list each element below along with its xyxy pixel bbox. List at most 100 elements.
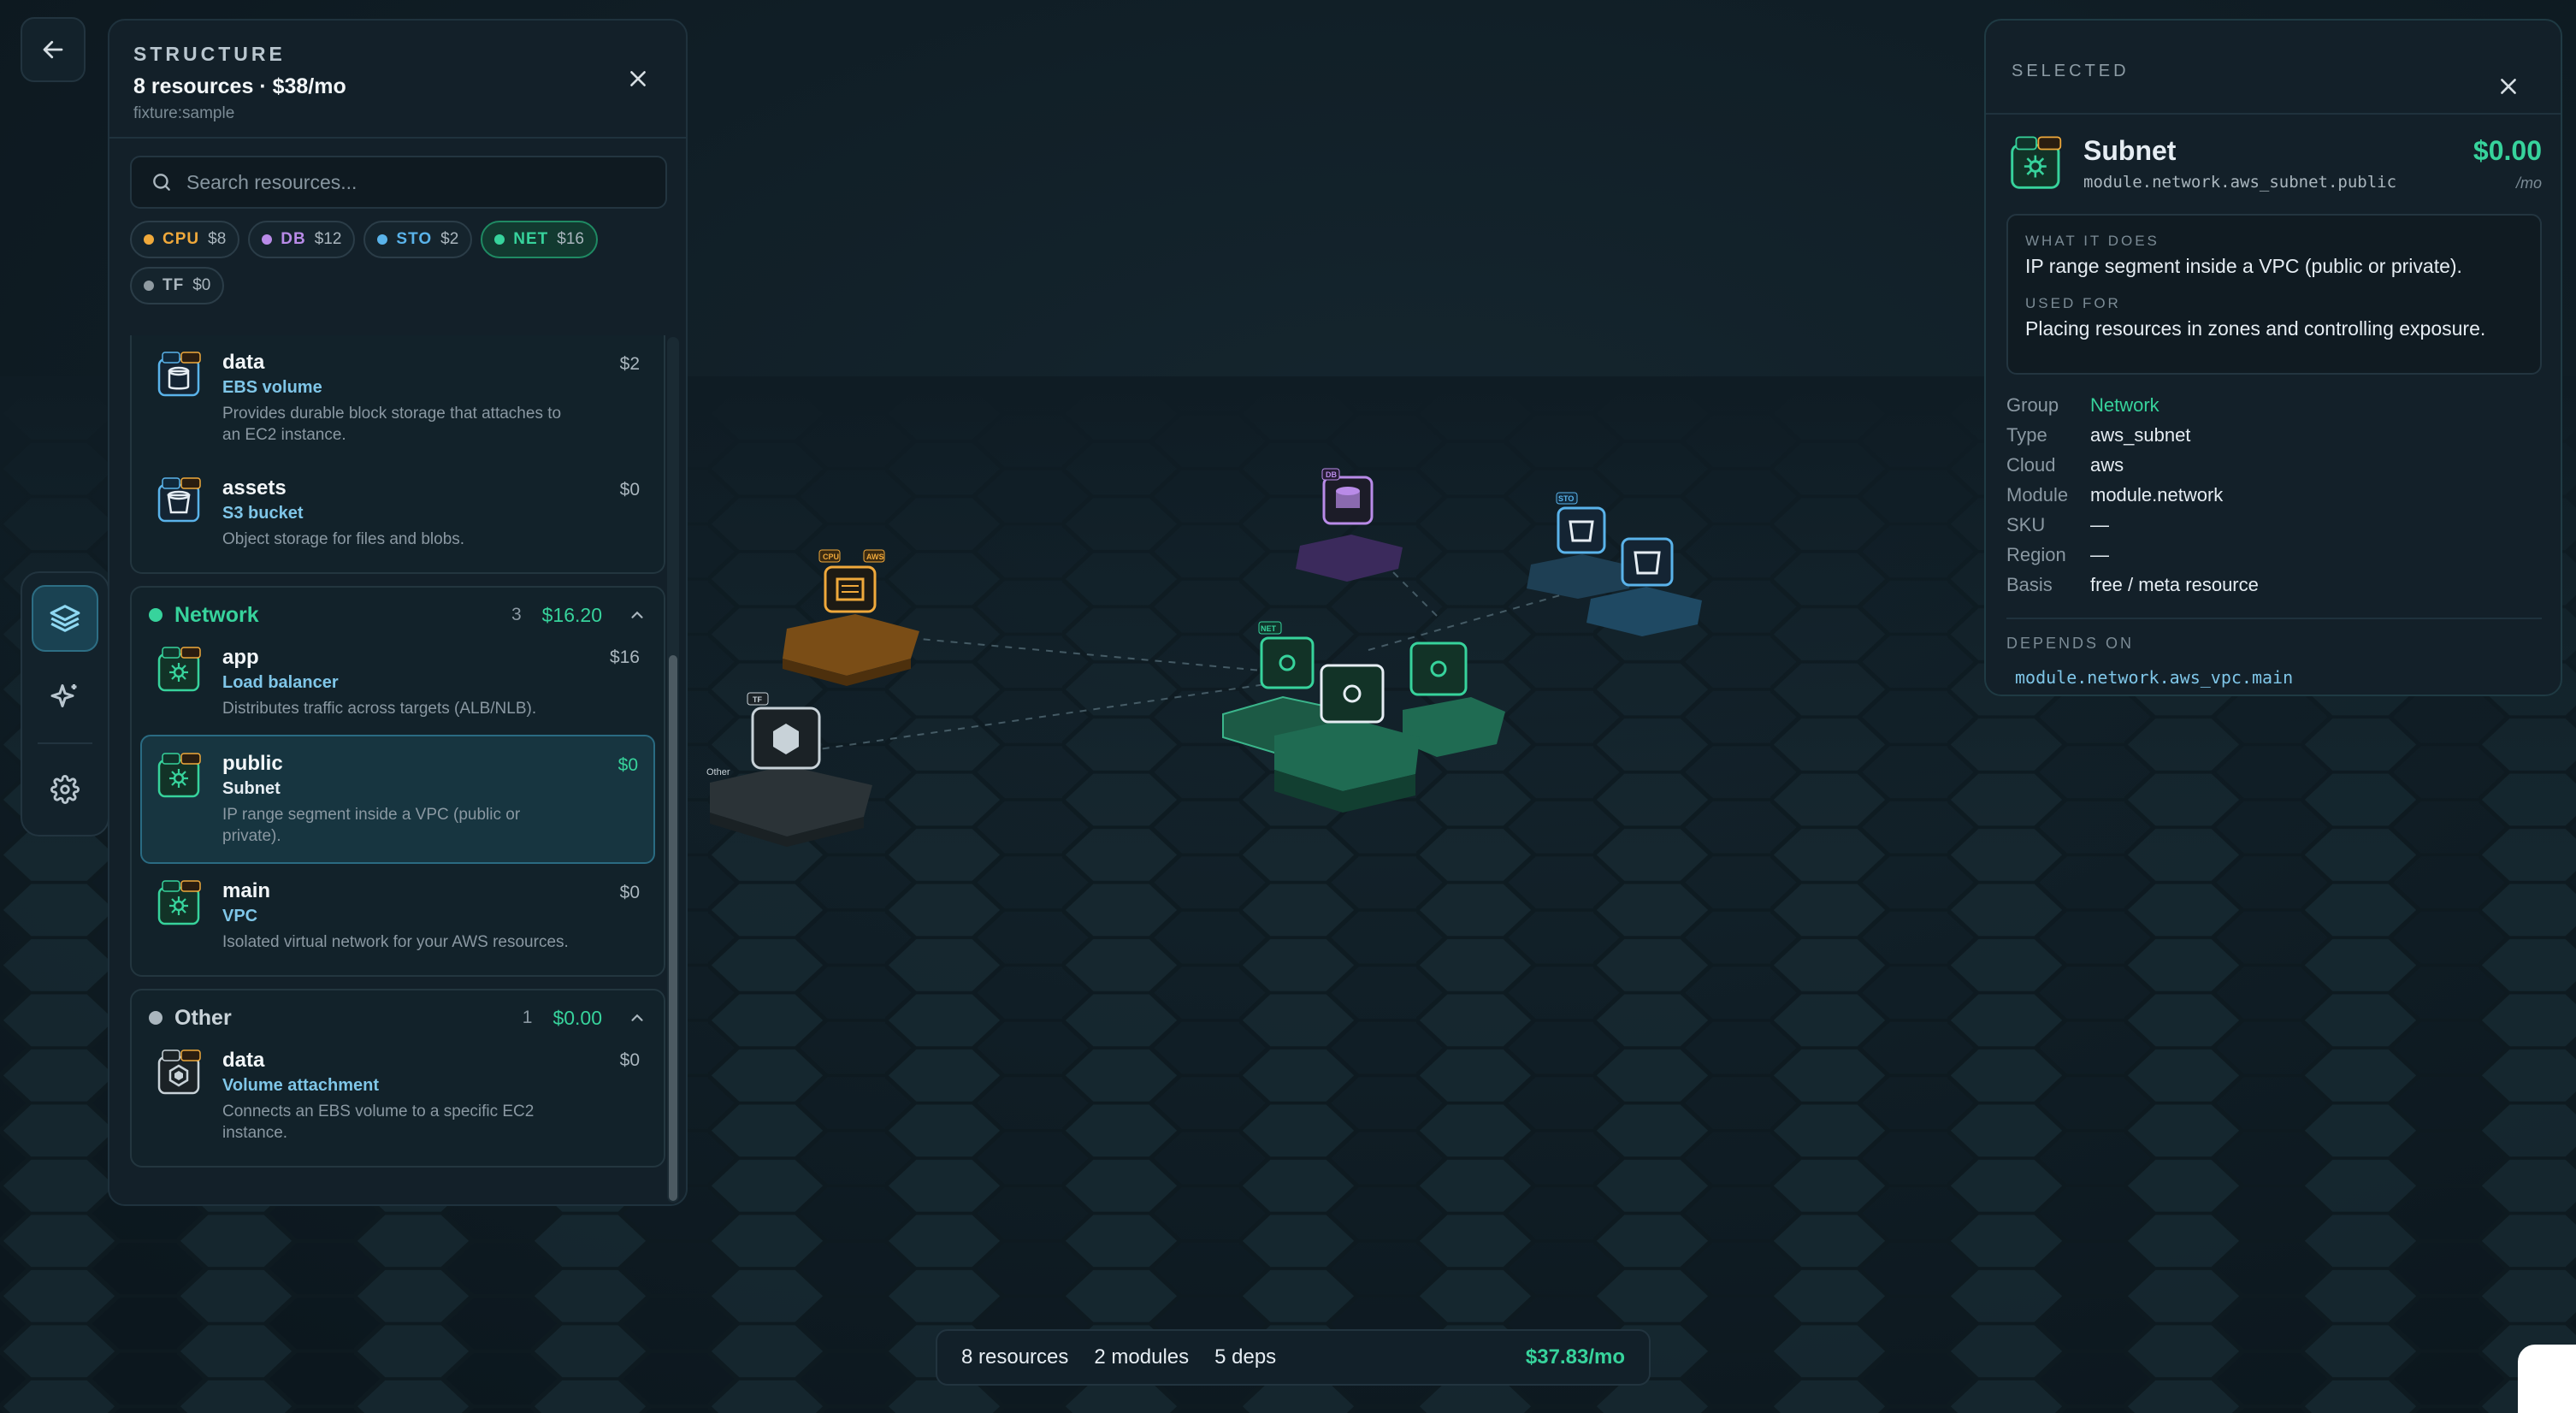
group-cost: $0.00 — [552, 1006, 602, 1029]
list-scrollbar[interactable] — [667, 337, 679, 1203]
sparkle-button[interactable] — [32, 664, 98, 730]
chip-cpu[interactable]: CPU $8 — [130, 221, 240, 258]
prop-key: Type — [2006, 423, 2047, 446]
storage-group: data EBS volume Provides durable block s… — [130, 335, 665, 574]
summary-modules: 2 modules — [1094, 1345, 1190, 1369]
group-filter-chips: CPU $8 DB $12 STO $2 NET $16 TF $0 — [130, 221, 677, 304]
prop-value: aws — [2090, 453, 2124, 476]
list-item[interactable]: app Load balancer Distributes traffic ac… — [132, 642, 664, 735]
chevron-up-icon — [631, 611, 643, 618]
item-kind: S3 bucket — [222, 504, 304, 523]
tool-rail — [21, 571, 109, 837]
prop-value: module.network — [2090, 483, 2224, 505]
depends-divider — [2006, 618, 2542, 619]
chip-db[interactable]: DB $12 — [248, 221, 356, 258]
other-group: Other 1 $0.00 data Volume attachment Con… — [130, 989, 665, 1168]
list-item-selected[interactable]: public Subnet IP range segment inside a … — [140, 735, 655, 864]
prop-row: Region — — [2006, 540, 2542, 570]
item-desc: Distributes traffic across targets (ALB/… — [222, 700, 537, 718]
item-desc: Isolated virtual network for your AWS re… — [222, 933, 569, 951]
compute-node-icon — [824, 565, 877, 613]
what-text: IP range segment inside a VPC (public or… — [2025, 255, 2462, 277]
item-name: data — [222, 351, 265, 374]
layers-icon — [50, 605, 80, 632]
back-button[interactable] — [21, 17, 86, 82]
prop-value: — — [2090, 513, 2109, 535]
item-cost: $0 — [619, 480, 640, 500]
close-icon — [630, 71, 646, 86]
group-name: Other — [174, 1005, 232, 1030]
prop-value: Network — [2090, 393, 2159, 416]
chip-value: $0 — [192, 276, 211, 294]
item-cost: $0 — [619, 883, 640, 902]
arrow-left-icon — [43, 40, 63, 59]
summary-total-cost: $37.83/mo — [1525, 1345, 1625, 1369]
chip-value: $12 — [314, 230, 342, 248]
close-icon — [2501, 79, 2516, 94]
close-selected-button[interactable] — [2494, 72, 2523, 101]
selected-per: /mo — [2515, 174, 2542, 192]
search-placeholder: Search resources... — [186, 170, 357, 193]
close-structure-button[interactable] — [623, 63, 653, 94]
other-group-header[interactable]: Other 1 $0.00 — [132, 990, 664, 1045]
network-group-header[interactable]: Network 3 $16.20 — [132, 588, 664, 642]
prop-row: Type aws_subnet — [2006, 420, 2542, 450]
prop-row: Group Network — [2006, 390, 2542, 420]
item-cost: $2 — [619, 354, 640, 374]
other-node-icon — [751, 706, 821, 770]
storage-node-icon-1 — [1557, 506, 1606, 554]
network-hub-icon — [156, 752, 204, 800]
item-cost: $0 — [619, 1050, 640, 1070]
scrollbar-thumb[interactable] — [669, 655, 677, 1201]
list-item[interactable]: main VPC Isolated virtual network for yo… — [132, 864, 664, 975]
cpu-dot-icon — [144, 234, 154, 245]
group-count: 1 — [522, 1008, 533, 1027]
item-name: main — [222, 879, 271, 902]
chip-net[interactable]: NET $16 — [481, 221, 598, 258]
structure-kicker: STRUCTURE — [133, 43, 286, 65]
chip-value: $16 — [557, 230, 584, 248]
chip-sto[interactable]: STO $2 — [363, 221, 473, 258]
item-name: app — [222, 646, 259, 669]
settings-button[interactable] — [32, 756, 98, 823]
badge-db: DB — [1326, 470, 1337, 479]
prop-row: Basis free / meta resource — [2006, 570, 2542, 600]
search-input[interactable]: Search resources... — [130, 156, 667, 209]
item-cost: $0 — [617, 755, 638, 775]
tf-dot-icon — [144, 281, 154, 291]
depends-link[interactable]: module.network.aws_vpc.main — [2015, 667, 2293, 688]
layers-button[interactable] — [32, 585, 98, 652]
item-desc: Object storage for files and blobs. — [222, 530, 465, 548]
corner-overlay — [2518, 1345, 2576, 1413]
sparkle-icon — [50, 684, 77, 707]
list-item[interactable]: data Volume attachment Connects an EBS v… — [132, 1045, 664, 1166]
item-kind: Subnet — [222, 779, 281, 798]
selected-price: $0.00 — [2473, 135, 2542, 166]
item-kind: Volume attachment — [222, 1076, 379, 1095]
network-hub-icon — [156, 879, 204, 927]
hexagon-box-icon — [156, 1049, 204, 1097]
chevron-up-icon — [631, 1014, 643, 1021]
group-count: 3 — [511, 605, 522, 624]
selected-title: Subnet — [2083, 135, 2177, 166]
storage-volume-icon — [156, 351, 204, 399]
summary-resources: 8 resources — [961, 1345, 1069, 1369]
prop-value: aws_subnet — [2090, 423, 2191, 446]
item-kind: EBS volume — [222, 378, 322, 397]
network-hub-icon — [2008, 135, 2065, 192]
list-item[interactable]: data EBS volume Provides durable block s… — [132, 335, 664, 461]
sto-dot-icon — [377, 234, 388, 245]
selected-kicker: SELECTED — [2012, 62, 2130, 80]
used-label: USED FOR — [2025, 295, 2121, 311]
network-hub-icon — [156, 646, 204, 694]
prop-value: free / meta resource — [2090, 573, 2259, 595]
chip-tf[interactable]: TF $0 — [130, 267, 225, 304]
bucket-icon — [156, 476, 204, 524]
group-name: Network — [174, 602, 259, 627]
item-kind: Load balancer — [222, 673, 339, 692]
list-item[interactable]: assets S3 bucket Object storage for file… — [132, 461, 664, 572]
rail-divider — [38, 742, 92, 744]
badge-sto: STO — [1558, 494, 1574, 503]
group-cost: $16.20 — [541, 603, 602, 626]
net-dot-icon — [494, 234, 505, 245]
